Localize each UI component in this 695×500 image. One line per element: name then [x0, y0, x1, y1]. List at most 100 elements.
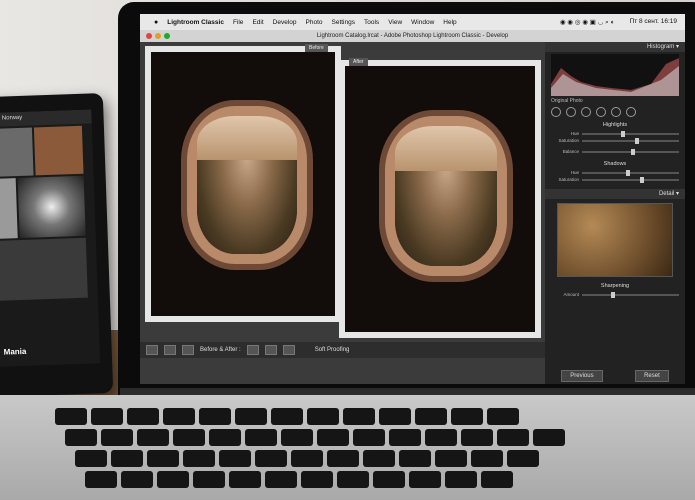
keyboard-key[interactable]: [497, 429, 529, 446]
compare-view-button[interactable]: [164, 345, 176, 355]
keyboard-key[interactable]: [147, 450, 179, 467]
masking-icon[interactable]: [596, 107, 606, 117]
keyboard-key[interactable]: [389, 429, 421, 446]
keyboard-key[interactable]: [373, 471, 405, 488]
close-icon[interactable]: [146, 33, 152, 39]
sharpening-amount-slider[interactable]: Amount: [545, 291, 685, 298]
after-photo-frame[interactable]: After: [339, 58, 541, 338]
slider-knob[interactable]: [625, 169, 630, 176]
tablet-photo-tile[interactable]: [0, 237, 88, 301]
keyboard-key[interactable]: [281, 429, 313, 446]
crop-icon[interactable]: [551, 107, 561, 117]
keyboard-key[interactable]: [435, 450, 467, 467]
histogram-graph[interactable]: [551, 54, 679, 96]
swap-button[interactable]: [246, 345, 259, 355]
menu-view[interactable]: View: [388, 19, 402, 26]
keyboard-key[interactable]: [101, 429, 133, 446]
keyboard-key[interactable]: [399, 450, 431, 467]
keyboard-key[interactable]: [245, 429, 277, 446]
keyboard-key[interactable]: [265, 471, 297, 488]
slider-knob[interactable]: [611, 291, 616, 298]
balance-slider[interactable]: Balance: [545, 148, 685, 155]
shadows-hue-slider[interactable]: Hue: [545, 169, 685, 176]
zoom-icon[interactable]: [164, 33, 170, 39]
keyboard-key[interactable]: [487, 408, 519, 425]
before-tab[interactable]: Before: [305, 44, 328, 52]
keyboard-key[interactable]: [255, 450, 287, 467]
histogram-header[interactable]: Histogram ▾: [545, 42, 685, 52]
keyboard-key[interactable]: [291, 450, 323, 467]
soft-proofing-checkbox[interactable]: Soft Proofing: [315, 347, 350, 353]
menu-help[interactable]: Help: [443, 19, 456, 26]
keyboard-key[interactable]: [461, 429, 493, 446]
keyboard-key[interactable]: [471, 450, 503, 467]
tablet-photo-tile[interactable]: [0, 127, 34, 177]
keyboard-key[interactable]: [445, 471, 477, 488]
keyboard-key[interactable]: [235, 408, 267, 425]
keyboard-key[interactable]: [409, 471, 441, 488]
tablet-photo-tile[interactable]: [33, 125, 84, 176]
shadows-saturation-slider[interactable]: Saturation: [545, 176, 685, 183]
highlights-hue-slider[interactable]: Hue: [545, 130, 685, 137]
keyboard-key[interactable]: [193, 471, 225, 488]
slider-knob[interactable]: [620, 130, 625, 137]
keyboard-key[interactable]: [209, 429, 241, 446]
keyboard-key[interactable]: [317, 429, 349, 446]
highlights-saturation-slider[interactable]: Saturation: [545, 137, 685, 144]
keyboard-key[interactable]: [425, 429, 457, 446]
keyboard-key[interactable]: [75, 450, 107, 467]
keyboard-key[interactable]: [415, 408, 447, 425]
keyboard-key[interactable]: [85, 471, 117, 488]
menu-tools[interactable]: Tools: [364, 19, 379, 26]
tablet-photo-tile[interactable]: [0, 178, 18, 239]
reset-button[interactable]: Reset: [635, 370, 669, 382]
slider-knob[interactable]: [635, 137, 640, 144]
red-eye-icon[interactable]: [581, 107, 591, 117]
keyboard-key[interactable]: [65, 429, 97, 446]
brush-icon[interactable]: [611, 107, 621, 117]
keyboard-key[interactable]: [183, 450, 215, 467]
before-after-label[interactable]: Before & After :: [200, 347, 241, 353]
tablet-photo-tile[interactable]: [17, 175, 86, 239]
keyboard-key[interactable]: [121, 471, 153, 488]
keyboard-key[interactable]: [337, 471, 369, 488]
menu-photo[interactable]: Photo: [306, 19, 323, 26]
keyboard-key[interactable]: [301, 471, 333, 488]
keyboard-key[interactable]: [111, 450, 143, 467]
keyboard-key[interactable]: [271, 408, 303, 425]
keyboard-key[interactable]: [343, 408, 375, 425]
copy-settings-button[interactable]: [264, 345, 277, 355]
after-tab[interactable]: After: [349, 58, 368, 66]
menu-edit[interactable]: Edit: [252, 19, 263, 26]
loupe-view-button[interactable]: [146, 345, 158, 355]
detail-header[interactable]: Detail ▾: [545, 189, 685, 199]
keyboard-key[interactable]: [163, 408, 195, 425]
keyboard-key[interactable]: [363, 450, 395, 467]
keyboard-key[interactable]: [379, 408, 411, 425]
keyboard-key[interactable]: [55, 408, 87, 425]
keyboard-key[interactable]: [353, 429, 385, 446]
keyboard-key[interactable]: [199, 408, 231, 425]
copy-reverse-button[interactable]: [282, 345, 295, 355]
keyboard-key[interactable]: [157, 471, 189, 488]
slider-knob[interactable]: [630, 148, 635, 155]
keyboard-key[interactable]: [481, 471, 513, 488]
keyboard-key[interactable]: [533, 429, 565, 446]
keyboard-key[interactable]: [307, 408, 339, 425]
keyboard-key[interactable]: [507, 450, 539, 467]
detail-preview[interactable]: [557, 203, 673, 277]
slider-knob[interactable]: [640, 176, 645, 183]
menu-settings[interactable]: Settings: [332, 19, 356, 26]
keyboard-key[interactable]: [127, 408, 159, 425]
split-view-button[interactable]: [182, 345, 194, 355]
keyboard-key[interactable]: [327, 450, 359, 467]
menu-develop[interactable]: Develop: [273, 19, 297, 26]
keyboard-key[interactable]: [137, 429, 169, 446]
apple-icon[interactable]: ●: [154, 19, 158, 26]
keyboard-key[interactable]: [451, 408, 483, 425]
previous-button[interactable]: Previous: [561, 370, 603, 382]
menu-window[interactable]: Window: [411, 19, 434, 26]
menu-app-name[interactable]: Lightroom Classic: [167, 19, 224, 26]
minimize-icon[interactable]: [155, 33, 161, 39]
keyboard-key[interactable]: [219, 450, 251, 467]
